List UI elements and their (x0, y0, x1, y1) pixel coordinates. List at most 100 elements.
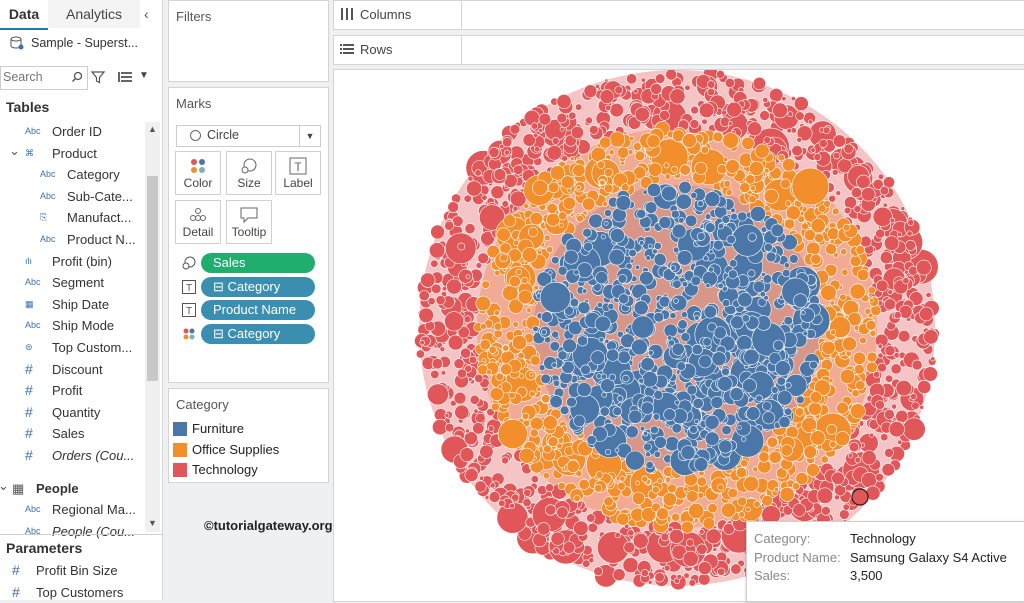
bubble[interactable] (612, 406, 623, 417)
bubble[interactable] (459, 447, 475, 462)
bubble[interactable] (796, 136, 803, 143)
bubble[interactable] (905, 239, 916, 251)
bubble[interactable] (834, 431, 850, 447)
bubble[interactable] (763, 136, 772, 144)
bubble[interactable] (521, 276, 529, 284)
bubble[interactable] (832, 151, 841, 160)
bubble[interactable] (481, 194, 488, 201)
bubble[interactable] (671, 342, 685, 356)
bubble[interactable] (651, 485, 660, 494)
bubble[interactable] (698, 102, 715, 118)
bubble[interactable] (681, 280, 689, 288)
bubble[interactable] (562, 196, 576, 210)
bubble[interactable] (792, 503, 807, 517)
bubble[interactable] (836, 401, 849, 415)
bubble[interactable] (570, 125, 584, 140)
bubble[interactable] (520, 260, 526, 266)
bubble[interactable] (697, 200, 704, 208)
bubble[interactable] (415, 349, 425, 359)
bubble[interactable] (872, 206, 893, 227)
bubble[interactable] (691, 344, 703, 356)
bubble[interactable] (923, 329, 939, 345)
bubble[interactable] (694, 161, 708, 175)
field-item[interactable]: Abc Order ID (0, 121, 144, 142)
bubble[interactable] (654, 572, 665, 583)
bubble-group[interactable] (414, 70, 940, 591)
bubble[interactable] (645, 460, 654, 470)
bubble[interactable] (809, 391, 823, 404)
bubble[interactable] (601, 391, 608, 398)
bubble[interactable] (545, 504, 557, 516)
bubble[interactable] (762, 96, 769, 103)
bubble[interactable] (726, 101, 742, 118)
bubble[interactable] (628, 135, 635, 142)
bubble[interactable] (664, 436, 680, 452)
bubble[interactable] (697, 491, 705, 499)
bubble[interactable] (523, 202, 530, 209)
bubble[interactable] (440, 370, 446, 376)
bubble[interactable] (741, 314, 751, 323)
bubble[interactable] (538, 128, 543, 133)
bubble[interactable] (910, 393, 917, 400)
bubble[interactable] (502, 285, 519, 302)
bubble[interactable] (486, 369, 493, 376)
bubble[interactable] (608, 373, 617, 381)
bubble[interactable] (489, 386, 504, 401)
bubble[interactable] (752, 280, 766, 293)
marks-pill[interactable]: Product Name (201, 300, 315, 321)
bubble[interactable] (458, 268, 474, 284)
bubble[interactable] (656, 507, 669, 521)
bubble[interactable] (647, 349, 654, 356)
bubble[interactable] (653, 253, 667, 266)
bubble[interactable] (897, 439, 903, 445)
bubble[interactable] (595, 471, 604, 479)
bubble[interactable] (786, 127, 793, 134)
marks-pill[interactable]: ⊟ Category (201, 324, 315, 345)
bubble[interactable] (849, 283, 866, 300)
field-item[interactable]: # Profit (0, 380, 144, 401)
bubble[interactable] (475, 295, 491, 312)
bubble[interactable] (839, 368, 856, 385)
bubble[interactable] (608, 248, 626, 266)
bubble[interactable] (770, 386, 779, 394)
bubble[interactable] (770, 223, 785, 238)
bubble[interactable] (759, 110, 770, 121)
bubble[interactable] (501, 456, 509, 465)
bubble[interactable] (674, 399, 681, 406)
bubble[interactable] (556, 93, 572, 109)
bubble[interactable] (594, 83, 600, 89)
bubble[interactable] (698, 573, 711, 586)
bubble[interactable] (498, 499, 506, 507)
bubble[interactable] (499, 253, 508, 263)
field-item[interactable]: Abc Segment (0, 272, 144, 293)
bubble[interactable] (772, 102, 788, 119)
bubble[interactable] (848, 441, 860, 453)
bubble[interactable] (645, 451, 651, 458)
bubble[interactable] (558, 222, 564, 228)
bubble[interactable] (729, 259, 738, 268)
bubble[interactable] (546, 145, 563, 161)
bubble[interactable] (730, 212, 738, 221)
bubble[interactable] (911, 401, 920, 410)
bubble[interactable] (427, 383, 449, 406)
bubble[interactable] (517, 289, 533, 305)
field-item[interactable]: Abc Product N... (0, 229, 144, 250)
bubble[interactable] (580, 364, 591, 376)
bubble[interactable] (717, 282, 724, 289)
bubble[interactable] (763, 242, 773, 252)
bubble[interactable] (522, 498, 532, 508)
bubble[interactable] (807, 119, 813, 125)
bubble[interactable] (576, 185, 581, 190)
bubble[interactable] (721, 502, 737, 518)
bubble[interactable] (531, 122, 539, 130)
bubble[interactable] (860, 471, 877, 488)
bubble[interactable] (622, 557, 639, 574)
bubble[interactable] (707, 503, 718, 514)
tooltip-button[interactable]: Tooltip (226, 200, 272, 244)
bubble[interactable] (474, 169, 482, 177)
bubble[interactable] (474, 373, 484, 384)
bubble[interactable] (877, 362, 887, 373)
bubble[interactable] (653, 311, 665, 323)
bubble[interactable] (663, 408, 676, 421)
field-item[interactable]: # Orders (Cou... (0, 445, 144, 466)
